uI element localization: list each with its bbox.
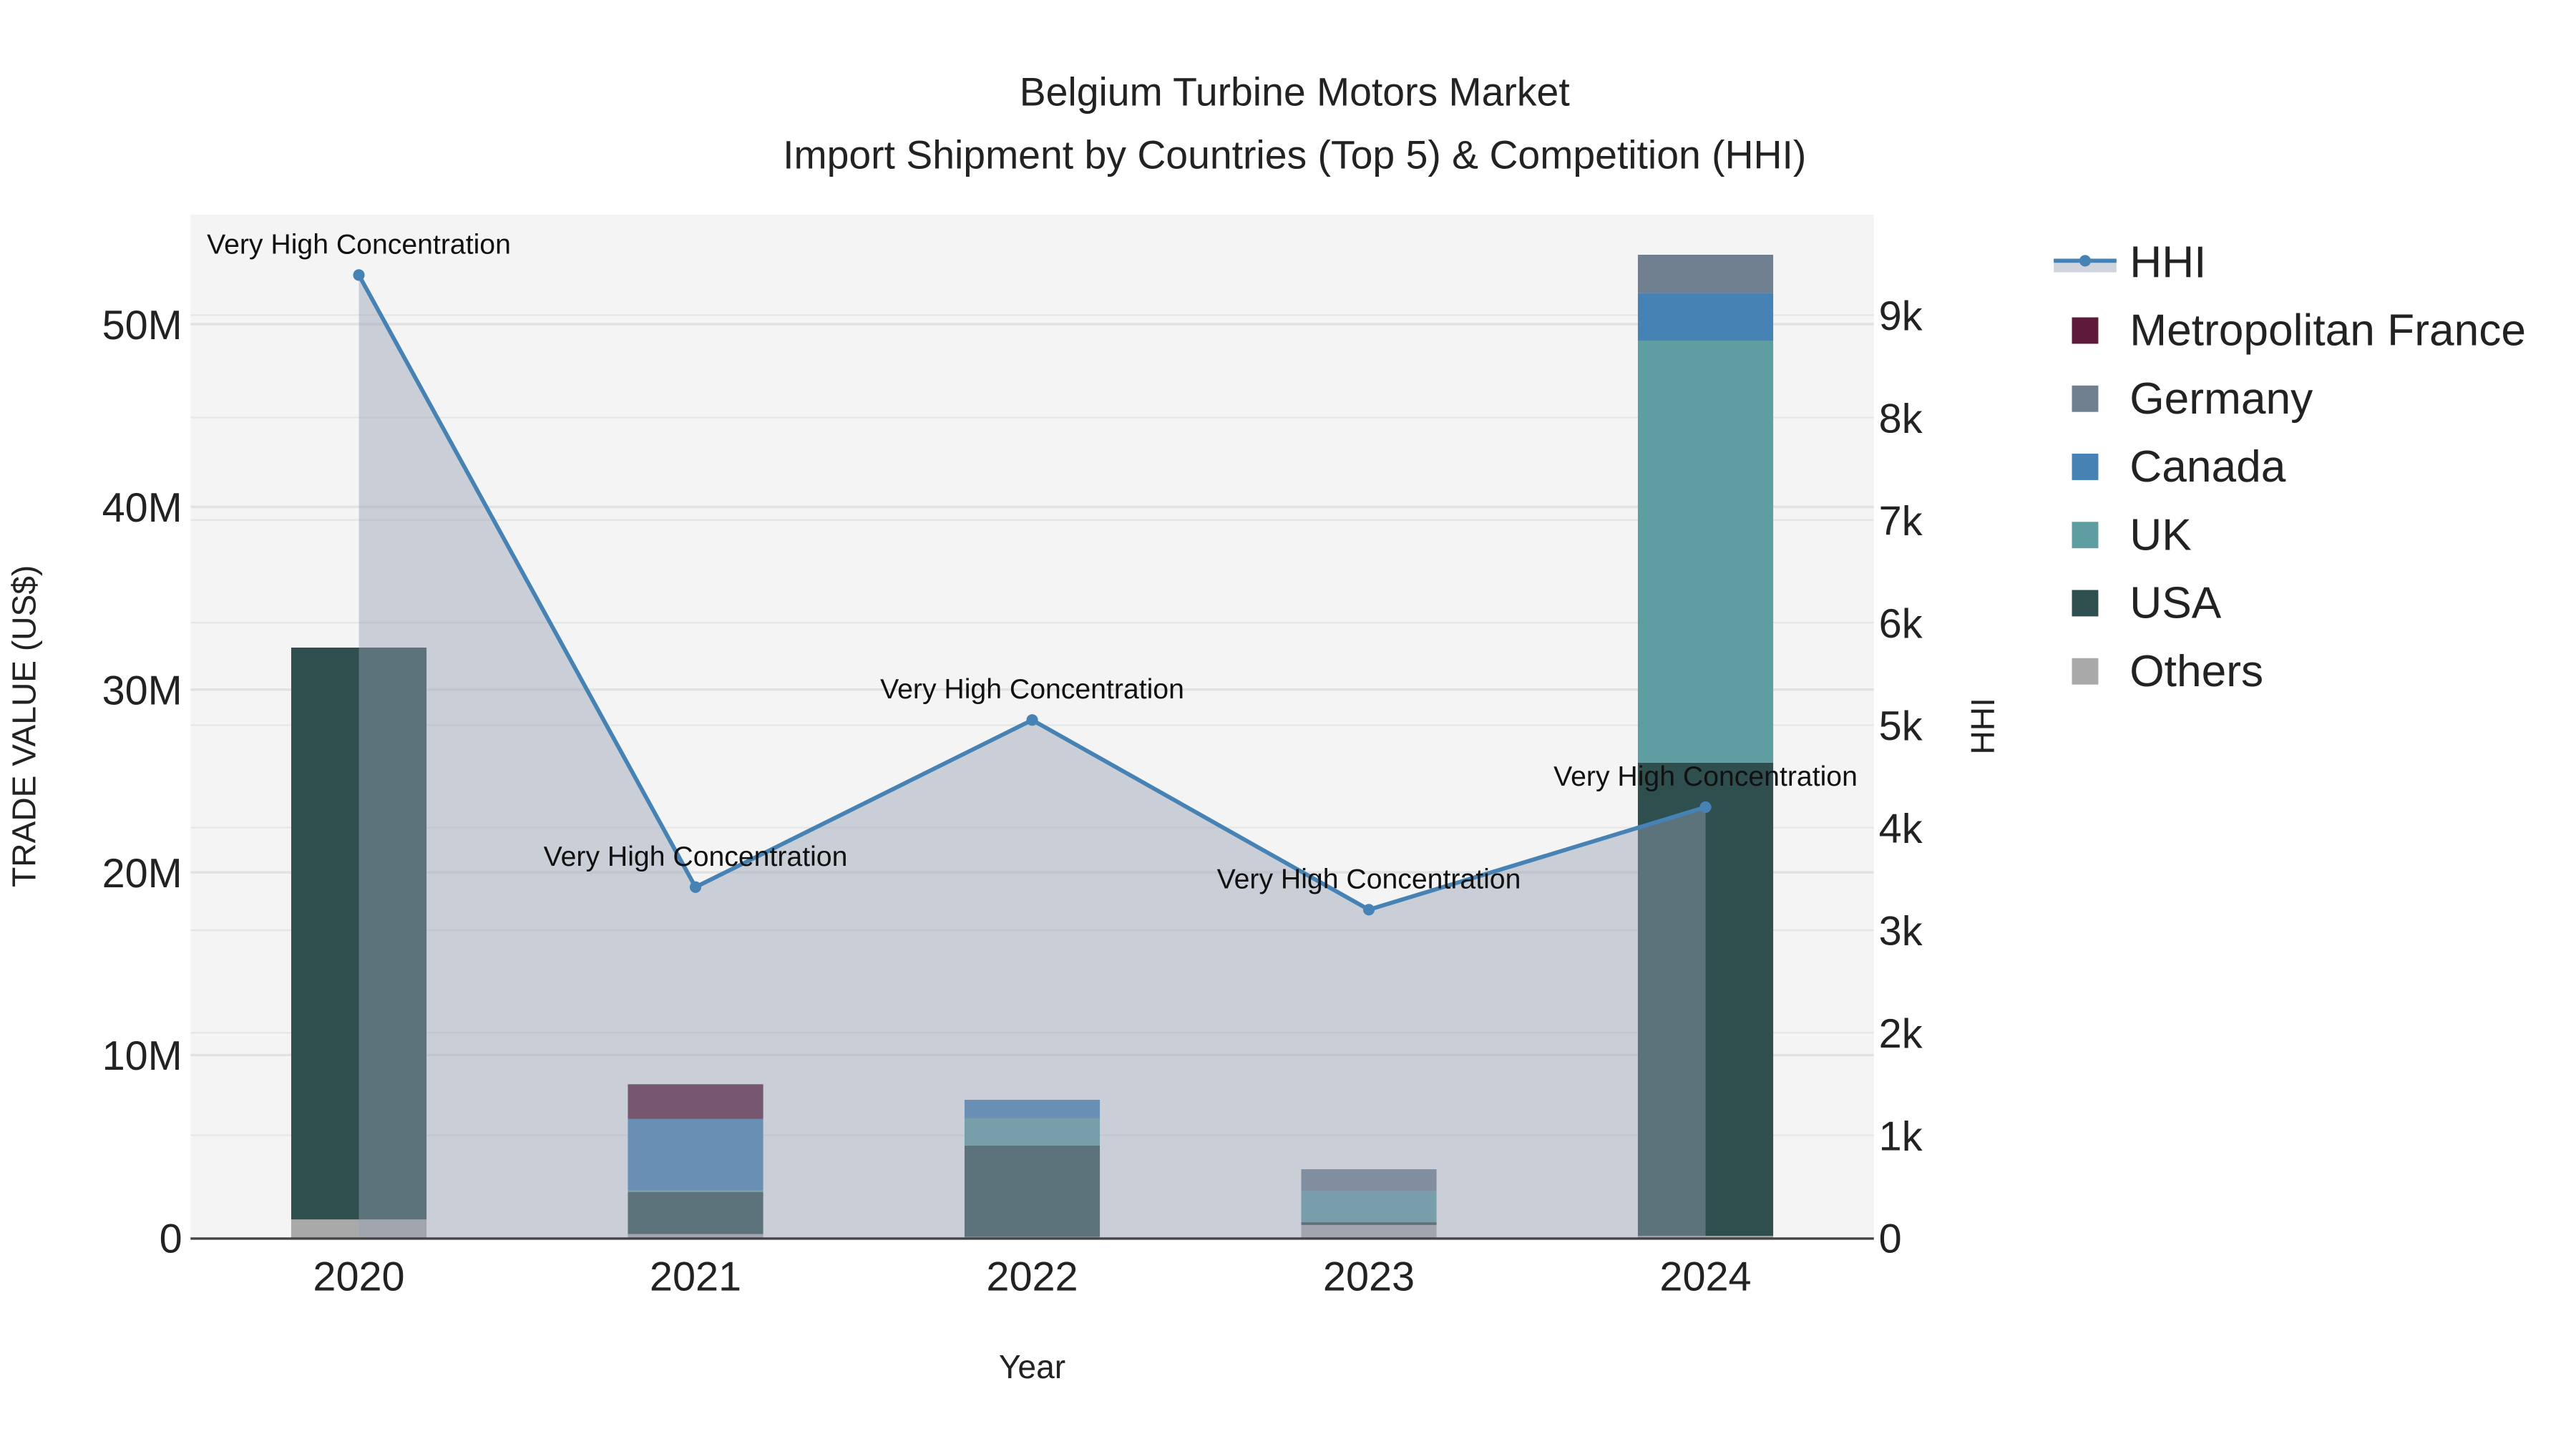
y2-tick-label: 6k xyxy=(1879,601,1923,647)
chart-title: Belgium Turbine Motors Market xyxy=(1020,70,1570,114)
hhi-annotation: Very High Concentration xyxy=(1217,864,1521,894)
y-tick-label: 10M xyxy=(102,1033,182,1079)
legend-swatch xyxy=(2072,658,2099,685)
y2-tick-label: 1k xyxy=(1879,1113,1923,1159)
legend-label: USA xyxy=(2129,579,2221,628)
y2-tick-label: 5k xyxy=(1879,703,1923,749)
hhi-point-2021 xyxy=(689,881,702,893)
legend: HHI Metropolitan France Germany Canada UK USA… xyxy=(2054,238,2526,696)
x-tick-label: 2020 xyxy=(313,1254,404,1300)
legend-item-uk[interactable]: UK xyxy=(2072,510,2192,560)
y2-tick-label: 4k xyxy=(1879,806,1923,852)
hhi-point-2022 xyxy=(1026,714,1038,726)
legend-label: Metropolitan France xyxy=(2129,306,2526,356)
legend-item-metropolitan-france[interactable]: Metropolitan France xyxy=(2072,306,2526,356)
legend-swatch xyxy=(2072,454,2099,480)
y2-tick-label: 9k xyxy=(1879,293,1923,339)
chart-subtitle: Import Shipment by Countries (Top 5) & C… xyxy=(783,132,1806,177)
x-tick-label: 2023 xyxy=(1323,1254,1415,1300)
legend-item-hhi[interactable]: HHI xyxy=(2054,238,2206,287)
y2-tick-label: 2k xyxy=(1879,1011,1923,1057)
y-tick-label: 30M xyxy=(102,668,182,713)
hhi-annotation: Very High Concentration xyxy=(544,841,848,872)
bar-canada-2024 xyxy=(1637,293,1774,341)
y-axis-label: TRADE VALUE (US$) xyxy=(5,565,42,887)
x-tick-label: 2021 xyxy=(650,1254,741,1300)
x-axis-label: Year xyxy=(999,1348,1065,1385)
y2-tick-label: 7k xyxy=(1879,499,1923,545)
y2-tick-label: 0 xyxy=(1879,1216,1902,1262)
hhi-annotation: Very High Concentration xyxy=(880,674,1184,705)
x-tick-label: 2022 xyxy=(986,1254,1078,1300)
legend-label: UK xyxy=(2129,510,2191,560)
hhi-annotation: Very High Concentration xyxy=(1553,761,1858,792)
legend-label: HHI xyxy=(2129,238,2206,287)
legend-label: Germany xyxy=(2129,374,2313,424)
legend-swatch xyxy=(2072,317,2099,344)
y2-tick-label: 3k xyxy=(1879,909,1923,955)
legend-swatch xyxy=(2072,385,2099,412)
y-tick-label: 20M xyxy=(102,851,182,897)
legend-swatch-marker xyxy=(2079,255,2092,267)
legend-swatch xyxy=(2072,590,2099,617)
y-tick-label: 40M xyxy=(102,485,182,531)
y-tick-label: 0 xyxy=(160,1216,182,1262)
y2-axis-label: HHI xyxy=(1964,698,2001,754)
legend-item-usa[interactable]: USA xyxy=(2072,579,2222,628)
chart: Belgium Turbine Motors Market Import Shi… xyxy=(5,70,2526,1385)
y2-tick-label: 8k xyxy=(1879,396,1923,441)
hhi-point-2020 xyxy=(353,269,365,281)
legend-label: Others xyxy=(2129,647,2263,696)
hhi-point-2023 xyxy=(1362,904,1375,916)
legend-label: Canada xyxy=(2129,442,2285,492)
x-tick-label: 2024 xyxy=(1659,1254,1751,1300)
bar-germany-2024 xyxy=(1637,255,1774,293)
hhi-point-2024 xyxy=(1699,801,1712,814)
hhi-annotation: Very High Concentration xyxy=(207,229,511,260)
legend-item-germany[interactable]: Germany xyxy=(2072,374,2314,424)
legend-item-others[interactable]: Others xyxy=(2072,647,2264,696)
legend-swatch xyxy=(2072,522,2099,549)
legend-item-canada[interactable]: Canada xyxy=(2072,442,2286,492)
bar-uk-2024 xyxy=(1637,341,1774,763)
y-tick-label: 50M xyxy=(102,303,182,348)
